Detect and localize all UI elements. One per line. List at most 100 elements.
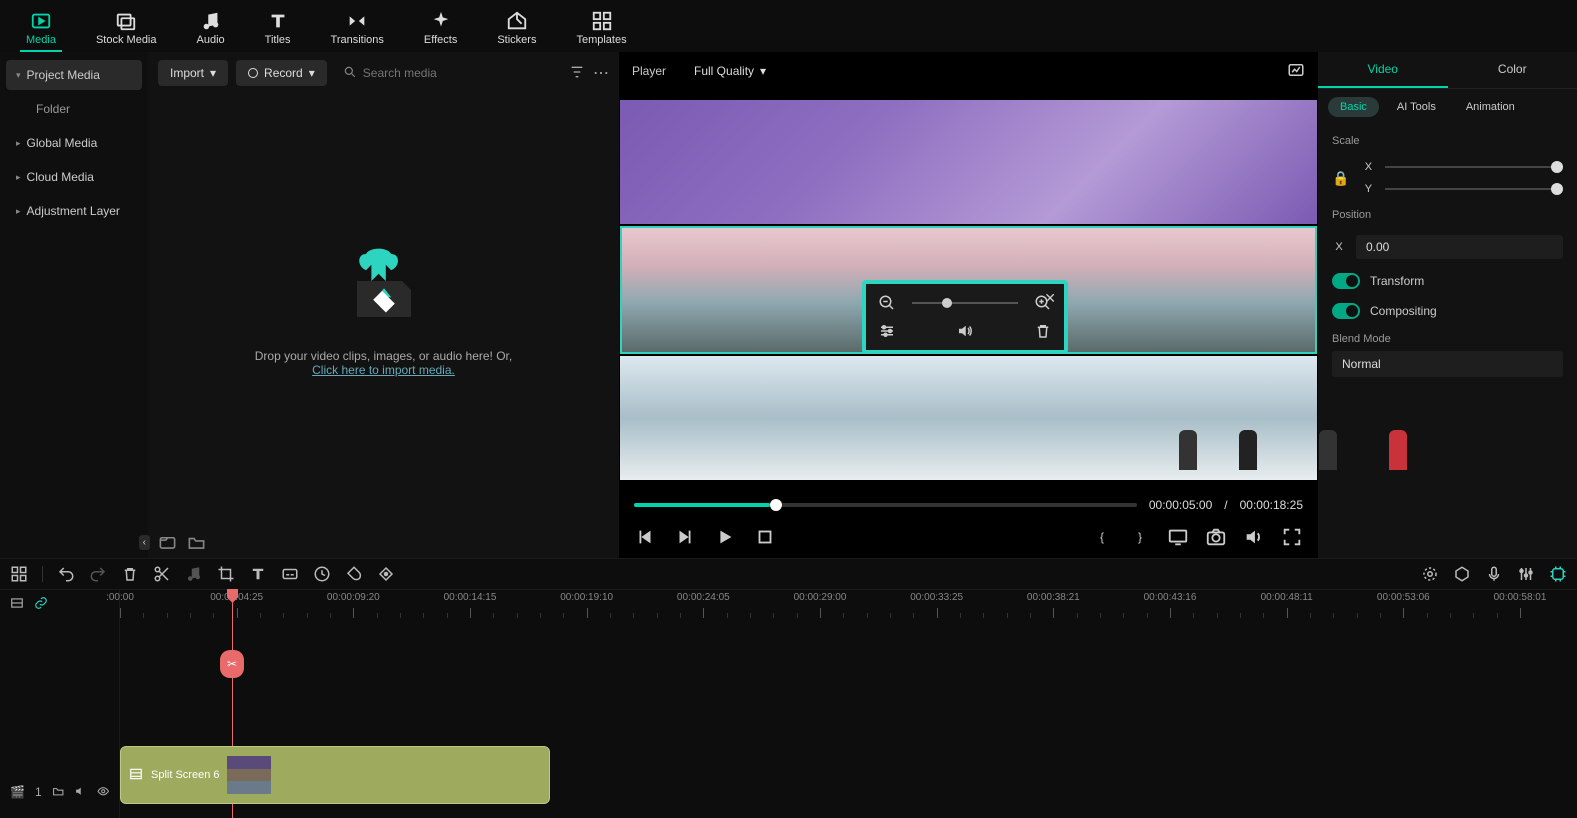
nav-stickers[interactable]: Stickers <box>491 6 542 52</box>
sidebar-folder[interactable]: Folder <box>6 94 142 124</box>
color-icon[interactable] <box>345 565 363 583</box>
nav-templates[interactable]: Templates <box>570 6 632 52</box>
sidebar-project-media[interactable]: ▾ Project Media <box>6 60 142 90</box>
clip-label: Split Screen 6 <box>151 769 219 781</box>
subtitle-icon[interactable] <box>281 565 299 583</box>
new-folder-icon[interactable] <box>158 533 177 552</box>
audio-edit-icon[interactable] <box>185 565 203 583</box>
import-link[interactable]: Click here to import media. <box>312 363 455 377</box>
nav-stock-media[interactable]: Stock Media <box>90 6 163 52</box>
render-icon[interactable] <box>1421 565 1439 583</box>
timeline-clip[interactable]: Split Screen 6 <box>120 746 550 804</box>
link-icon[interactable] <box>34 596 48 613</box>
pos-x-input[interactable] <box>1356 235 1563 259</box>
import-button[interactable]: Import ▾ <box>158 60 228 86</box>
mute-icon[interactable] <box>956 322 974 340</box>
snapshot-icon[interactable] <box>1205 526 1227 548</box>
lock-icon[interactable]: 🔒 <box>1332 170 1349 187</box>
more-icon[interactable]: ⋯ <box>593 63 609 83</box>
next-frame-icon[interactable] <box>674 526 696 548</box>
sidebar-adj-label: Adjustment Layer <box>27 204 120 218</box>
delete-icon[interactable] <box>1034 322 1052 340</box>
scale-x-slider[interactable] <box>1385 166 1563 168</box>
volume-icon[interactable] <box>1243 526 1265 548</box>
subtab-basic[interactable]: Basic <box>1328 97 1379 117</box>
display-icon[interactable] <box>1167 526 1189 548</box>
mark-in-icon[interactable]: { <box>1091 526 1113 548</box>
keyframe-icon[interactable] <box>377 565 395 583</box>
subtab-aitools[interactable]: AI Tools <box>1385 97 1448 117</box>
player-controls: { } <box>620 520 1317 558</box>
mic-icon[interactable] <box>1485 565 1503 583</box>
preview-clip-3[interactable] <box>620 356 1317 480</box>
folder-icon[interactable] <box>52 785 64 800</box>
tab-video[interactable]: Video <box>1318 52 1448 88</box>
close-icon[interactable]: ✕ <box>1044 290 1056 307</box>
adjust-icon[interactable] <box>878 322 896 340</box>
track-header-icon[interactable] <box>10 596 24 613</box>
zoom-slider[interactable] <box>912 302 1018 304</box>
video-track-icon[interactable]: 🎬 <box>10 785 25 799</box>
mixer-icon[interactable] <box>1517 565 1535 583</box>
time-sep: / <box>1224 498 1227 512</box>
compositing-toggle[interactable] <box>1332 303 1360 319</box>
duration: 00:00:18:25 <box>1240 498 1303 512</box>
undo-icon[interactable] <box>57 565 75 583</box>
marker-icon[interactable] <box>1453 565 1471 583</box>
folder-icon[interactable] <box>187 533 206 552</box>
position-section-label: Position <box>1332 209 1563 221</box>
crop-icon[interactable] <box>217 565 235 583</box>
nav-titles[interactable]: Titles <box>259 6 297 52</box>
sidebar-cloud-media[interactable]: ▸ Cloud Media <box>6 162 142 192</box>
subtab-animation[interactable]: Animation <box>1454 97 1527 117</box>
split-icon[interactable] <box>153 565 171 583</box>
delete-icon[interactable] <box>121 565 139 583</box>
search-input[interactable] <box>363 66 553 80</box>
search-media[interactable] <box>335 61 561 86</box>
timeline-ruler[interactable]: :00:0000:00:04:2500:00:09:2000:00:14:150… <box>120 590 1577 618</box>
preview-clip-2[interactable]: ✕ <box>620 226 1317 354</box>
ai-icon[interactable] <box>1549 565 1567 583</box>
nav-effects[interactable]: Effects <box>418 6 463 52</box>
play-icon[interactable] <box>714 526 736 548</box>
drop-text: Drop your video clips, images, or audio … <box>255 349 512 363</box>
mute-track-icon[interactable] <box>74 785 86 800</box>
speed-icon[interactable] <box>313 565 331 583</box>
nav-audio-label: Audio <box>197 34 225 46</box>
sidebar-global-media[interactable]: ▸ Global Media <box>6 128 142 158</box>
transform-toggle[interactable] <box>1332 273 1360 289</box>
text-icon[interactable] <box>249 565 267 583</box>
sidebar-adjustment-layer[interactable]: ▸ Adjustment Layer <box>6 196 142 226</box>
titles-icon <box>267 10 289 32</box>
progress-thumb[interactable] <box>770 499 782 511</box>
media-drop-area[interactable]: Drop your video clips, images, or audio … <box>148 94 619 527</box>
ruler-tick-label: 00:00:19:10 <box>560 592 613 603</box>
nav-media[interactable]: Media <box>20 6 62 52</box>
hide-track-icon[interactable] <box>97 785 109 800</box>
blend-mode-select[interactable]: Normal <box>1332 351 1563 377</box>
progress-track[interactable] <box>634 503 1137 507</box>
filter-icon[interactable] <box>569 64 585 83</box>
preview-area[interactable]: ✕ <box>620 90 1317 490</box>
quality-select[interactable]: Full Quality ▾ <box>682 58 778 84</box>
scale-y-label: Y <box>1361 183 1375 195</box>
collapse-sidebar-button[interactable]: ‹ <box>139 535 150 550</box>
ruler-tick-label: 00:00:38:21 <box>1027 592 1080 603</box>
zoom-out-icon[interactable] <box>878 294 896 312</box>
record-button[interactable]: Record ▾ <box>236 60 327 86</box>
snapshot-compare-icon[interactable] <box>1287 61 1305 82</box>
scale-y-slider[interactable] <box>1385 188 1563 190</box>
mark-out-icon[interactable]: } <box>1129 526 1151 548</box>
nav-audio[interactable]: Audio <box>191 6 231 52</box>
preview-clip-1[interactable] <box>620 100 1317 224</box>
fullscreen-icon[interactable] <box>1281 526 1303 548</box>
timeline-body[interactable]: Split Screen 6 <box>120 618 1577 818</box>
layout-icon[interactable] <box>10 565 28 583</box>
blend-mode-label: Blend Mode <box>1332 333 1563 345</box>
prev-frame-icon[interactable] <box>634 526 656 548</box>
inspector-subtabs: Basic AI Tools Animation <box>1318 89 1577 125</box>
tab-color[interactable]: Color <box>1448 52 1577 88</box>
redo-icon[interactable] <box>89 565 107 583</box>
stop-icon[interactable] <box>754 526 776 548</box>
nav-transitions[interactable]: Transitions <box>325 6 390 52</box>
